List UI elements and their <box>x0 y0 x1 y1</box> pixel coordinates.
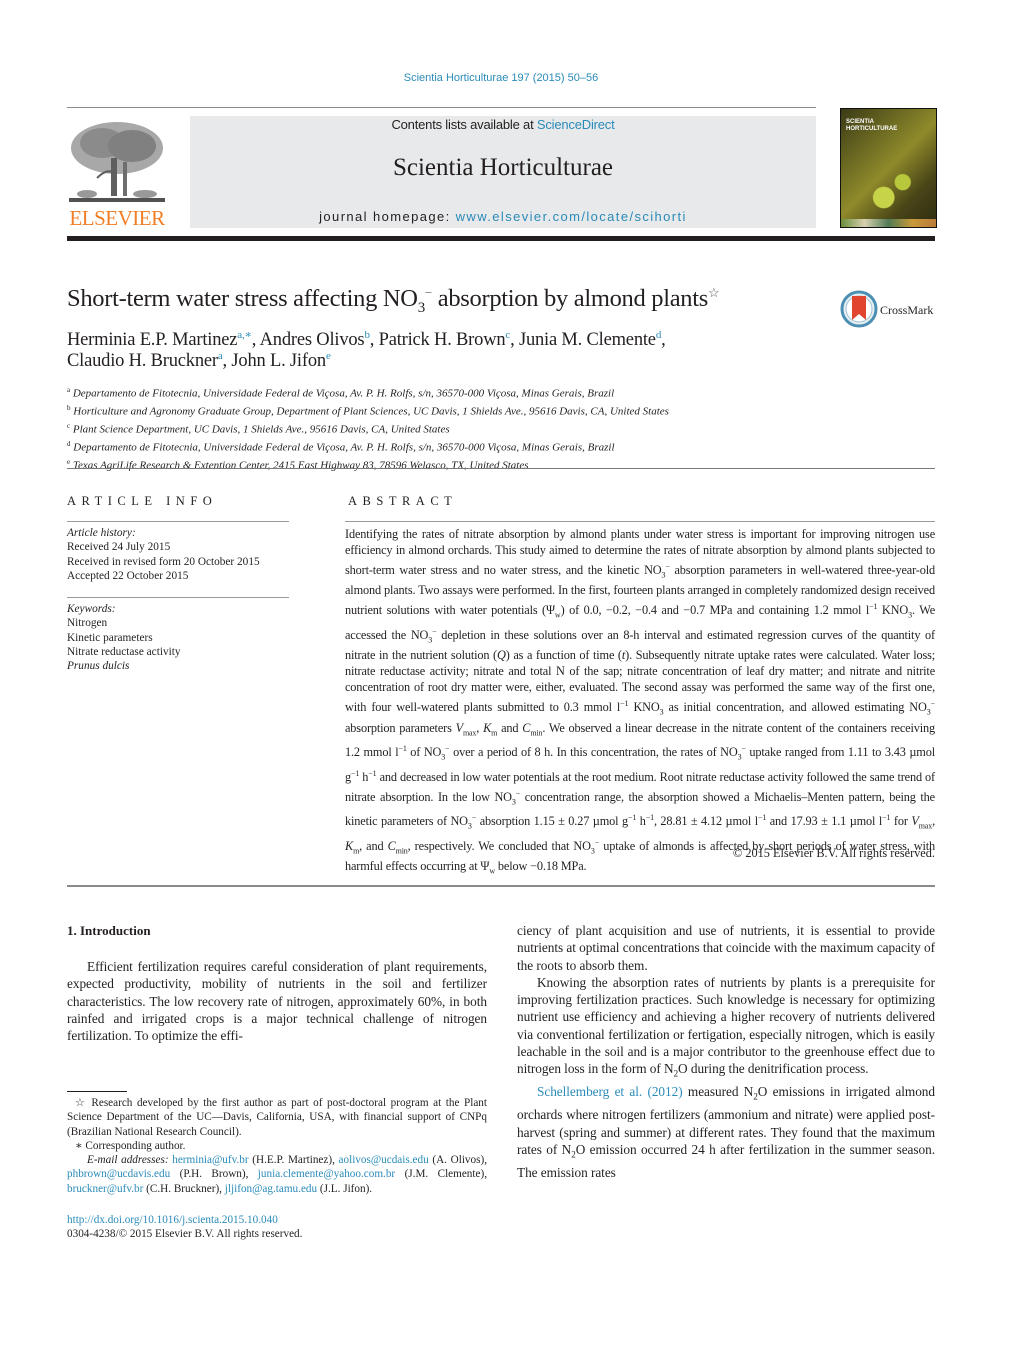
authors-line-1: Herminia E.P. Martineza,∗, Andres Olivos… <box>67 329 666 351</box>
author-name[interactable]: Andres Olivos <box>260 330 365 350</box>
affiliation-mark: c <box>67 422 71 431</box>
affiliation-text: Texas AgriLife Research & Extention Cent… <box>72 459 529 472</box>
affiliation: b Horticulture and Agronomy Graduate Gro… <box>67 401 669 419</box>
author-affiliation-link[interactable]: d <box>656 329 662 341</box>
header-divider <box>67 107 816 108</box>
crossmark-label: CrossMark <box>880 303 934 317</box>
keyword: Kinetic parameters <box>67 631 153 644</box>
title-text: Short-term water stress affecting NO <box>67 285 418 313</box>
keyword: Nitrate reductase activity <box>67 645 181 658</box>
journal-reference-link[interactable]: Scientia Horticulturae 197 (2015) 50–56 <box>0 72 1002 84</box>
sciencedirect-link[interactable]: ScienceDirect <box>537 117 615 132</box>
footnotes: ☆ Research developed by the first author… <box>67 1096 487 1196</box>
title-text-end: absorption by almond plants <box>431 285 709 313</box>
article-title: Short-term water stress affecting NO3− a… <box>67 285 720 317</box>
keywords-label: Keywords: <box>67 603 116 615</box>
affiliation: a Departamento de Fitotecnia, Universida… <box>67 383 669 401</box>
paragraph: Efficient fertilization requires careful… <box>67 959 487 1044</box>
body-divider <box>67 885 935 887</box>
affiliation: e Texas AgriLife Research & Extention Ce… <box>67 455 669 473</box>
citation-link[interactable]: Schellemberg et al. (2012) <box>537 1084 683 1099</box>
article-info-divider <box>67 521 289 522</box>
section-heading-introduction: 1. Introduction <box>67 923 151 938</box>
email-link[interactable]: junia.clemente@yahoo.com.br <box>258 1168 395 1180</box>
header-thick-divider <box>67 236 935 241</box>
affiliation-mark: a <box>67 386 71 394</box>
keyword: Nitrogen <box>67 617 108 630</box>
contents-prefix: Contents lists available at <box>391 117 537 132</box>
homepage-line: journal homepage: www.elsevier.com/locat… <box>190 209 816 224</box>
footnote-star-mark: ☆ <box>75 1097 87 1109</box>
journal-homepage-link[interactable]: www.elsevier.com/locate/scihorti <box>456 209 687 224</box>
elsevier-wordmark[interactable]: ELSEVIER <box>67 206 167 231</box>
keyword: Prunus dulcis <box>67 660 130 673</box>
author-name[interactable]: John L. Jifon <box>231 351 326 371</box>
footnote-divider <box>67 1091 127 1092</box>
issn-copyright: 0304-4238/© 2015 Elsevier B.V. All right… <box>67 1228 303 1241</box>
abstract-heading: ABSTRACT <box>348 494 458 508</box>
email-link[interactable]: herminia@ufv.br <box>172 1154 248 1166</box>
history-label: Article history: <box>67 527 136 539</box>
affiliation-mark: b <box>67 404 71 413</box>
body-column-left: Efficient fertilization requires careful… <box>67 958 487 1044</box>
title-footnote-star-link[interactable]: ☆ <box>708 285 720 300</box>
cover-title-line2: HORTICULTURAE <box>846 126 898 132</box>
title-subscript: 3 <box>417 300 426 317</box>
doi-block: http://dx.doi.org/10.1016/j.scienta.2015… <box>67 1213 302 1242</box>
doi-link[interactable]: http://dx.doi.org/10.1016/j.scienta.2015… <box>67 1213 302 1227</box>
crossmark-icon <box>840 290 878 328</box>
received-date: Received 24 July 2015 <box>67 541 171 554</box>
accepted-date: Accepted 22 October 2015 <box>67 569 189 582</box>
email-link[interactable]: aolivos@ucdais.edu <box>339 1154 429 1166</box>
keywords-divider <box>67 597 289 598</box>
abstract-divider <box>345 521 935 522</box>
author-affiliation-link[interactable]: c <box>505 329 510 341</box>
paragraph: Schellemberg et al. (2012) measured N2O … <box>517 1084 935 1180</box>
body-column-right: ciency of plant acquisition and use of n… <box>517 922 935 1181</box>
email-link[interactable]: jljifon@ag.tamu.edu <box>225 1183 317 1195</box>
affiliation-text: Plant Science Department, UC Davis, 1 Sh… <box>72 423 450 436</box>
affiliation-mark: d <box>67 440 71 449</box>
affiliation-text: Departamento de Fitotecnia, Universidade… <box>72 387 615 400</box>
author-name[interactable]: Junia M. Clemente <box>519 330 656 350</box>
author-name[interactable]: Herminia E.P. Martinez <box>67 330 237 350</box>
cover-title: SCIENTIA HORTICULTURAE <box>846 119 897 133</box>
abstract-copyright: © 2015 Elsevier B.V. All rights reserved… <box>732 846 935 860</box>
journal-cover-image[interactable]: SCIENTIA HORTICULTURAE <box>840 108 937 228</box>
affiliation-text: Departamento de Fitotecnia, Universidade… <box>73 441 615 454</box>
author-affiliation-link[interactable]: a <box>218 350 223 362</box>
email-link[interactable]: phbrown@ucdavis.edu <box>67 1168 170 1180</box>
journal-title: Scientia Horticulturae <box>392 154 614 181</box>
article-info-heading: ARTICLE INFO <box>67 494 218 508</box>
keywords: Keywords: Nitrogen Kinetic parameters Ni… <box>67 602 181 673</box>
authors-line-2: Claudio H. Brucknera, John L. Jifone <box>67 350 331 372</box>
author-name[interactable]: Claudio H. Bruckner <box>67 351 218 371</box>
affiliation-mark: e <box>67 458 71 467</box>
crossmark-button[interactable]: CrossMark <box>840 290 940 330</box>
affiliation: c Plant Science Department, UC Davis, 1 … <box>67 419 669 437</box>
section-divider <box>67 468 935 469</box>
author-affiliation-link[interactable]: b <box>364 329 370 341</box>
cover-strip <box>841 219 936 227</box>
affiliation: d Departamento de Fitotecnia, Universida… <box>67 437 669 455</box>
footnote-emails: E-mail addresses: herminia@ufv.br (H.E.P… <box>67 1154 487 1195</box>
paragraph: ciency of plant acquisition and use of n… <box>517 923 935 973</box>
revised-date: Received in revised form 20 October 2015 <box>67 555 260 568</box>
footnote-corresponding: ∗ Corresponding author. <box>75 1139 186 1152</box>
contents-line: Contents lists available at ScienceDirec… <box>190 117 816 132</box>
cover-title-line1: SCIENTIA <box>846 119 875 125</box>
article-history: Article history: Received 24 July 2015 R… <box>67 526 260 583</box>
paragraph: Knowing the absorption rates of nutrient… <box>517 974 935 1080</box>
author-affiliation-link[interactable]: a,∗ <box>237 329 252 341</box>
affiliations: a Departamento de Fitotecnia, Universida… <box>67 383 669 473</box>
footnote-funding: ☆ Research developed by the first author… <box>67 1097 487 1138</box>
author-name[interactable]: Patrick H. Brown <box>379 330 506 350</box>
affiliation-text: Horticulture and Agronomy Graduate Group… <box>73 405 669 418</box>
homepage-prefix: journal homepage: <box>319 209 456 224</box>
title-superscript: − <box>424 285 432 300</box>
email-link[interactable]: bruckner@ufv.br <box>67 1183 143 1195</box>
author-affiliation-link[interactable]: e <box>326 350 331 362</box>
abstract-body: Identifying the rates of nitrate absorpt… <box>345 527 936 876</box>
